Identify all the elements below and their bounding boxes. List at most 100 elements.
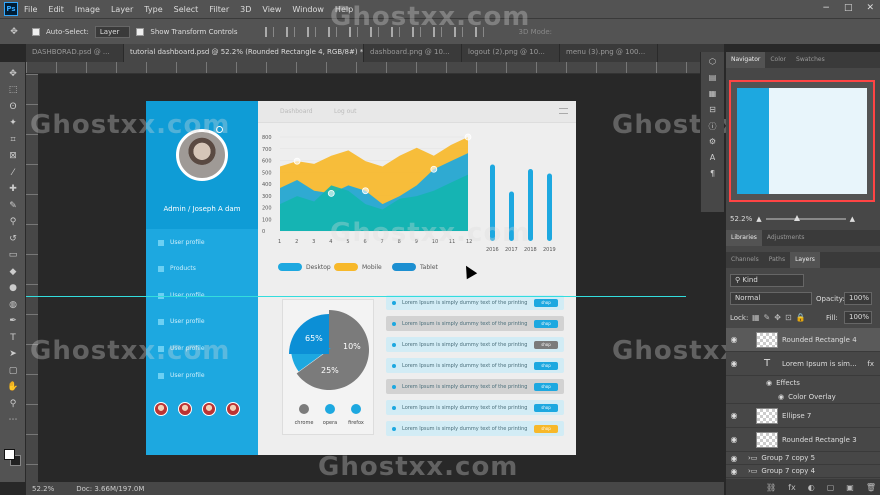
path-select-icon[interactable]: ➤ — [7, 349, 19, 359]
visibility-eye-icon[interactable]: ◉ — [726, 454, 742, 463]
properties-icon[interactable]: ▦ — [706, 89, 720, 100]
mask-icon[interactable]: ◐ — [808, 483, 815, 492]
shop-button[interactable]: shop — [534, 298, 558, 307]
navigator-zoom-value[interactable]: 52.2% — [730, 215, 752, 223]
crop-icon[interactable]: ⌗ — [7, 135, 19, 145]
fill-field[interactable]: 100% — [844, 311, 872, 324]
group-icon[interactable]: ▢ — [827, 483, 835, 492]
layer-filter-kind[interactable]: ⚲ Kind — [730, 274, 804, 287]
align-left-icon[interactable] — [264, 26, 274, 37]
tab-adjustments[interactable]: Adjustments — [762, 230, 810, 246]
brush-icon[interactable]: ✎ — [7, 201, 19, 211]
align-center-icon[interactable] — [285, 26, 295, 37]
lock-icons[interactable]: ▦✎✥⊡🔒 — [752, 313, 810, 322]
dashboard-artboard[interactable]: Admin / Joseph A dam User profile Produc… — [146, 101, 576, 455]
zoom-slider[interactable] — [765, 215, 846, 221]
move-icon[interactable]: ✥ — [7, 69, 19, 79]
link-layers-icon[interactable]: ⛓ — [766, 483, 776, 492]
tab-tutorial-dashboard[interactable]: tutorial dashboard.psd @ 52.2% (Rounded … — [124, 44, 364, 62]
shape-icon[interactable]: ▢ — [7, 366, 19, 376]
shop-button[interactable]: shop — [534, 424, 558, 433]
paragraph-icon[interactable]: ¶ — [706, 169, 720, 180]
maximize-button[interactable]: □ — [844, 3, 853, 13]
auto-select-dropdown[interactable]: Layer — [94, 25, 131, 38]
zoom-in-icon[interactable]: ▲ — [850, 215, 855, 223]
layer-row[interactable]: ◉ T Lorem Ipsum is sim... fx — [726, 352, 880, 376]
move-tool-icon[interactable]: ✥ — [8, 27, 20, 37]
eyedropper-icon[interactable]: ⁄ — [7, 168, 19, 178]
tab-paths[interactable]: Paths — [764, 252, 790, 268]
menu-filter[interactable]: Filter — [209, 5, 229, 14]
marquee-icon[interactable]: ⬚ — [7, 85, 19, 95]
opacity-field[interactable]: 100% — [844, 292, 872, 305]
visibility-eye-icon[interactable]: ◉ — [726, 359, 742, 368]
tab-libraries[interactable]: Libraries — [726, 230, 762, 246]
3d-cube-icon[interactable]: ⬡ — [706, 57, 720, 68]
magic-wand-icon[interactable]: ✦ — [7, 118, 19, 128]
minimize-button[interactable]: − — [822, 3, 830, 13]
color-overlay-row[interactable]: ◉ Color Overlay — [726, 390, 880, 404]
menu-image[interactable]: Image — [75, 5, 100, 14]
group-row[interactable]: ◉ ›▭ Group 7 copy 5 — [726, 452, 880, 465]
menu-type[interactable]: Type — [144, 5, 162, 14]
adjust-icon[interactable]: ⚙ — [706, 137, 720, 148]
tab-menu-png[interactable]: menu (3).png @ 100... — [560, 44, 658, 62]
effects-eye-icon[interactable]: ◉ — [766, 379, 772, 387]
frame-icon[interactable]: ⊠ — [7, 151, 19, 161]
menu-layer[interactable]: Layer — [111, 5, 133, 14]
layer-row[interactable]: ◉ Rounded Rectangle 3 — [726, 428, 880, 452]
close-button[interactable]: ✕ — [866, 3, 874, 13]
zoom-slider-handle[interactable] — [793, 215, 800, 221]
tab-navigator[interactable]: Navigator — [726, 52, 766, 68]
visibility-eye-icon[interactable]: ◉ — [726, 467, 742, 476]
menu-select[interactable]: Select — [174, 5, 199, 14]
tab-swatches[interactable]: Swatches — [791, 52, 830, 68]
visibility-eye-icon[interactable]: ◉ — [726, 411, 742, 420]
menu-window[interactable]: Window — [292, 5, 324, 14]
new-layer-icon[interactable]: ▣ — [846, 483, 854, 492]
layer-row[interactable]: ◉ Rounded Rectangle 4 — [726, 328, 880, 352]
clone-stamp-icon[interactable]: ⚲ — [7, 217, 19, 227]
fx-button-icon[interactable]: fx — [788, 483, 796, 492]
history-icon[interactable]: ▤ — [706, 73, 720, 84]
hand-icon[interactable]: ✋ — [7, 382, 19, 392]
healing-brush-icon[interactable]: ✚ — [7, 184, 19, 194]
visibility-eye-icon[interactable]: ◉ — [726, 435, 742, 444]
paint-bucket-icon[interactable]: ◆ — [7, 267, 19, 277]
dodge-icon[interactable]: ◍ — [7, 300, 19, 310]
lasso-icon[interactable]: ʘ — [7, 102, 19, 112]
auto-select-checkbox[interactable] — [32, 27, 40, 36]
horizontal-ruler[interactable] — [26, 62, 724, 74]
trash-icon[interactable]: 🗑 — [866, 483, 876, 492]
shop-button[interactable]: shop — [534, 361, 558, 370]
menu-file[interactable]: File — [24, 5, 37, 14]
zoom-icon[interactable]: ⚲ — [7, 399, 19, 409]
menu-3d[interactable]: 3D — [240, 5, 251, 14]
layer-comps-icon[interactable]: ⊟ — [706, 105, 720, 116]
zoom-out-icon[interactable]: ▲ — [756, 215, 761, 223]
blur-icon[interactable]: ● — [7, 283, 19, 293]
blend-mode-select[interactable]: Normal — [730, 292, 812, 305]
info-icon[interactable]: ⓘ — [706, 121, 720, 132]
menu-view[interactable]: View — [262, 5, 281, 14]
visibility-eye-icon[interactable]: ◉ — [726, 335, 742, 344]
character-icon[interactable]: A — [706, 153, 720, 164]
more-tools-icon[interactable]: ⋯ — [7, 415, 19, 425]
history-brush-icon[interactable]: ↺ — [7, 234, 19, 244]
pen-icon[interactable]: ✒ — [7, 316, 19, 326]
align-right-icon[interactable] — [306, 26, 316, 37]
tab-dashborad-psd[interactable]: DASHBORAD.psd @ ... — [26, 44, 124, 62]
type-icon[interactable]: T — [7, 333, 19, 343]
navigator-preview[interactable] — [729, 80, 875, 202]
foreground-color-swatch[interactable] — [4, 449, 15, 460]
shop-button[interactable]: shop — [534, 319, 558, 328]
tab-layers[interactable]: Layers — [790, 252, 820, 268]
shop-button[interactable]: shop — [534, 382, 558, 391]
group-row[interactable]: ◉ ›▭ Group 7 copy 4 — [726, 465, 880, 478]
menu-edit[interactable]: Edit — [48, 5, 64, 14]
shop-button[interactable]: shop — [534, 403, 558, 412]
status-zoom[interactable]: 52.2% — [32, 485, 54, 493]
transform-controls-checkbox[interactable] — [136, 27, 145, 36]
effects-row[interactable]: ◉ Effects — [726, 376, 880, 390]
tab-channels[interactable]: Channels — [726, 252, 764, 268]
